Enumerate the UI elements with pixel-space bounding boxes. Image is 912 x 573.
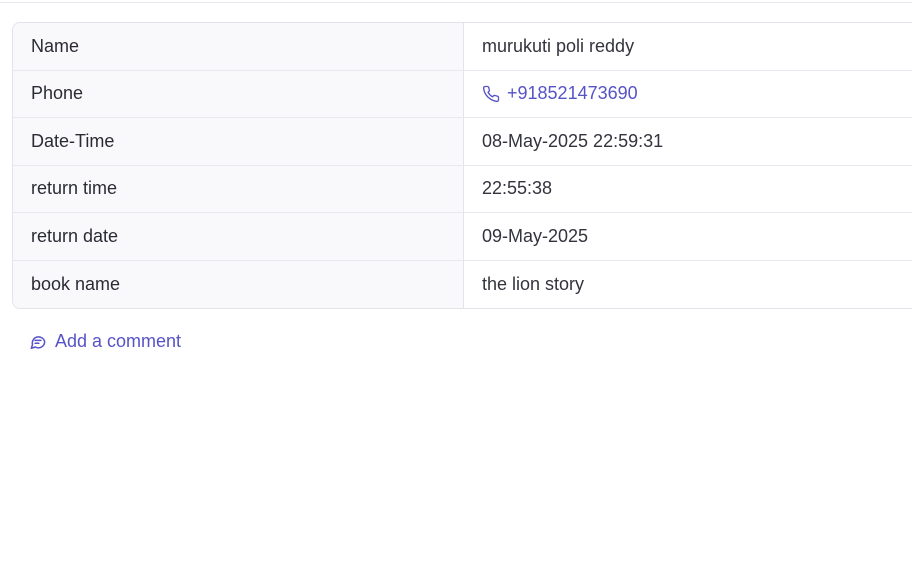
field-label-return-date: return date [13,213,464,260]
phone-number: +918521473690 [507,83,638,104]
table-row-return-date: return date 09-May-2025 [13,213,912,261]
field-label-phone: Phone [13,70,464,117]
field-label-book-name: book name [13,260,464,308]
phone-icon [482,85,500,102]
table-row-name: Name murukuti poli reddy [13,23,912,71]
top-divider [0,0,912,3]
field-value-datetime: 08-May-2025 22:59:31 [482,130,664,151]
phone-link[interactable]: +918521473690 [482,83,638,104]
field-label-return-time: return time [13,165,464,212]
add-comment-button[interactable]: Add a comment [28,331,181,352]
field-value-book-name: the lion story [482,273,585,294]
field-value-name: murukuti poli reddy [482,35,635,56]
field-value-return-time: 22:55:38 [482,178,553,199]
details-table: Name murukuti poli reddy Phone +91852147… [12,22,912,309]
field-label-name: Name [13,23,464,70]
field-value-phone: +918521473690 [464,71,912,118]
chat-bubbles-icon [30,335,46,349]
add-comment-label: Add a comment [55,331,182,351]
table-row-book-name: book name the lion story [13,260,912,308]
table-row-phone: Phone +918521473690 [13,70,912,118]
table-row-return-time: return time 22:55:38 [13,165,912,213]
table-row-datetime: Date-Time 08-May-2025 22:59:31 [13,118,912,166]
field-label-datetime: Date-Time [13,118,464,165]
field-value-return-date: 09-May-2025 [482,225,589,246]
